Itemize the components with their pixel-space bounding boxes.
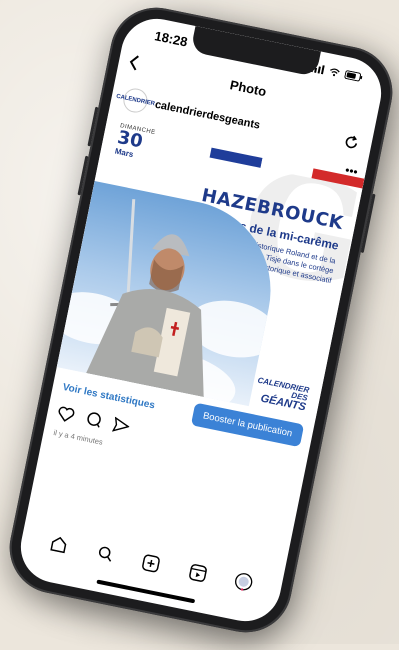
reels-tab-icon[interactable] (185, 559, 211, 585)
view-stats-link[interactable]: Voir les statistiques (62, 381, 156, 410)
home-tab-icon[interactable] (46, 531, 72, 557)
chevron-left-icon (129, 55, 139, 71)
post-image[interactable]: G DIMANCHE 30 Mars ••• HAZEBROUCK Fêtes … (56, 112, 368, 420)
clock: 18:28 (153, 27, 189, 50)
wifi-icon (330, 67, 340, 76)
avatar[interactable]: CALENDRIER (116, 86, 155, 115)
giant-figure (86, 199, 204, 398)
page-title: Photo (228, 76, 268, 99)
like-heart-icon[interactable] (55, 405, 76, 428)
status-icons (310, 63, 364, 82)
date-block: DIMANCHE 30 Mars (114, 123, 156, 163)
battery-icon (344, 69, 363, 81)
comment-icon[interactable] (84, 410, 104, 434)
refresh-icon[interactable] (341, 133, 361, 156)
share-send-icon[interactable] (111, 416, 131, 439)
profile-tab-avatar[interactable] (231, 569, 257, 595)
brand-logo: CALENDRIER DES GÉANTS (256, 375, 311, 414)
giant-photo (56, 180, 287, 407)
create-tab-icon[interactable] (139, 550, 165, 576)
back-button[interactable] (127, 54, 141, 77)
search-tab-icon[interactable] (92, 541, 118, 567)
